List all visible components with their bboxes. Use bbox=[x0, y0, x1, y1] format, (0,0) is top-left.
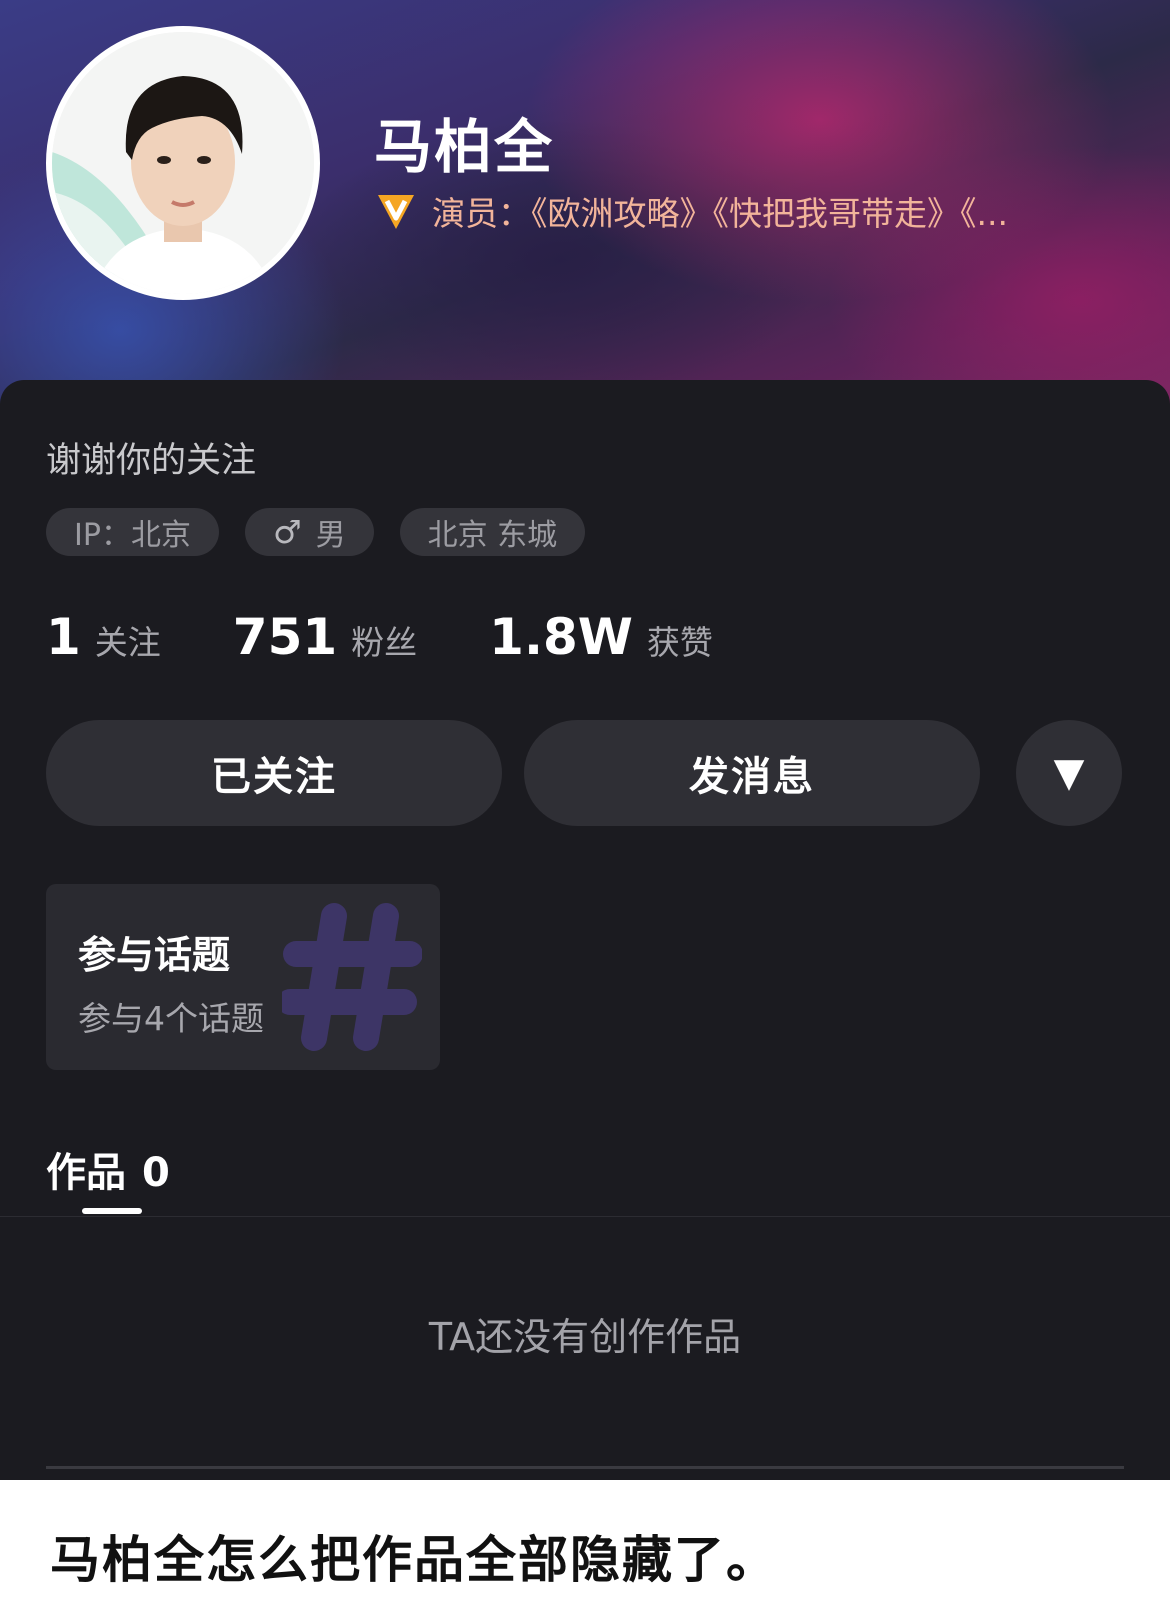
topic-card-title: 参与话题 bbox=[78, 933, 231, 977]
ip-tag-label: IP：北京 bbox=[74, 518, 191, 553]
bio: 谢谢你的关注 bbox=[46, 441, 257, 481]
triangle-down-icon: ▼ bbox=[1053, 750, 1085, 796]
followers-count: 751 bbox=[232, 608, 338, 666]
verification-text: 演员：《欧洲攻略》《快把我哥带走》《... bbox=[432, 194, 1008, 233]
hash-icon bbox=[282, 903, 422, 1051]
profile-actions: 已关注 发消息 ▼ bbox=[46, 720, 1122, 826]
post-caption: 马柏全怎么把作品全部隐藏了。 bbox=[50, 1531, 778, 1589]
bottom-divider bbox=[46, 1466, 1124, 1469]
verification-row: 演员：《欧洲攻略》《快把我哥带走》《... bbox=[374, 186, 1114, 236]
gender-tag-label: 男 bbox=[315, 518, 346, 553]
verified-badge-icon bbox=[378, 195, 414, 229]
stat-likes[interactable]: 1.8W 获赞 bbox=[489, 608, 713, 666]
stat-followers[interactable]: 751 粉丝 bbox=[233, 608, 417, 666]
profile-tags: IP：北京 ♂ 男 北京 东城 bbox=[46, 508, 586, 556]
ip-tag: IP：北京 bbox=[46, 508, 219, 556]
topic-card[interactable]: 参与话题 参与4个话题 bbox=[46, 884, 440, 1070]
tab-works-count: 0 bbox=[142, 1150, 170, 1196]
tab-works[interactable]: 作品 0 bbox=[46, 1140, 170, 1198]
male-icon: ♂ bbox=[272, 513, 302, 551]
tab-divider bbox=[0, 1216, 1170, 1217]
likes-label: 获赞 bbox=[646, 623, 713, 662]
empty-state-text: TA还没有创作作品 bbox=[428, 1315, 742, 1359]
tab-active-indicator bbox=[82, 1208, 142, 1214]
avatar-photo bbox=[52, 32, 314, 294]
profile-sheet: 谢谢你的关注 IP：北京 ♂ 男 北京 东城 1 关注 751 粉丝 1.8W … bbox=[0, 380, 1170, 1480]
following-button[interactable]: 已关注 bbox=[46, 720, 502, 826]
profile-stats: 1 关注 751 粉丝 1.8W 获赞 bbox=[46, 608, 785, 666]
gender-tag: ♂ 男 bbox=[244, 508, 374, 556]
location-tag-label: 北京 东城 bbox=[427, 518, 558, 553]
tab-works-label: 作品 bbox=[46, 1150, 126, 1196]
following-label: 关注 bbox=[94, 623, 161, 662]
send-message-button[interactable]: 发消息 bbox=[524, 720, 980, 826]
profile-name: 马柏全 bbox=[374, 113, 555, 181]
more-button[interactable]: ▼ bbox=[1016, 720, 1122, 826]
stat-following[interactable]: 1 关注 bbox=[46, 608, 161, 666]
location-tag: 北京 东城 bbox=[399, 508, 586, 556]
following-count: 1 bbox=[46, 608, 81, 666]
likes-count: 1.8W bbox=[489, 608, 633, 666]
topic-card-subtitle: 参与4个话题 bbox=[78, 999, 264, 1038]
followers-label: 粉丝 bbox=[351, 623, 418, 662]
avatar[interactable] bbox=[46, 26, 320, 300]
